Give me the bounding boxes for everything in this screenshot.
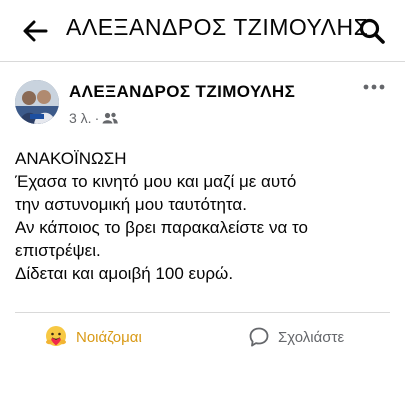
- post-header: ΑΛΕΞΑΝΔΡΟΣ ΤΖΙΜΟΥΛΗΣ 3 λ. ·: [0, 62, 405, 142]
- care-reaction-button[interactable]: Νοιάζομαι: [44, 322, 142, 352]
- avatar[interactable]: [15, 80, 59, 124]
- meta-separator: ·: [94, 110, 100, 126]
- reaction-label: Νοιάζομαι: [76, 328, 142, 346]
- post-line: Αν κάποιος το βρει παρακαλείστε να το: [15, 218, 308, 237]
- care-emoji-icon: [46, 326, 66, 346]
- post-meta: 3 λ. ·: [69, 110, 119, 126]
- post-line: ΑΝΑΚΟΪΝΩΣΗ: [15, 149, 127, 168]
- post-text: ΑΝΑΚΟΪΝΩΣΗ Έχασα το κινητό μου και μαζί …: [15, 147, 395, 285]
- comment-icon: [249, 327, 269, 347]
- comment-button[interactable]: Σχολιάστε: [248, 322, 344, 352]
- post-line: Έχασα το κινητό μου και μαζί με αυτό: [15, 172, 297, 191]
- page-title: ΑΛΕΞΑΝΔΡΟΣ ΤΖΙΜΟΥΛΗΣ: [66, 14, 369, 40]
- friends-icon: [102, 112, 119, 124]
- post-line: επιστρέψει.: [15, 241, 101, 260]
- search-icon[interactable]: [358, 17, 386, 45]
- author-name[interactable]: ΑΛΕΞΑΝΔΡΟΣ ΤΖΙΜΟΥΛΗΣ: [69, 82, 295, 102]
- post-line: την αστυνομική μου ταυτότητα.: [15, 195, 247, 214]
- divider: [15, 312, 390, 313]
- comment-label: Σχολιάστε: [278, 328, 345, 346]
- post-line: Δίδεται και αμοιβή 100 ευρώ.: [15, 264, 234, 283]
- top-bar: ΑΛΕΞΑΝΔΡΟΣ ΤΖΙΜΟΥΛΗΣ: [0, 0, 405, 62]
- post-time[interactable]: 3 λ.: [69, 110, 92, 126]
- back-arrow-icon[interactable]: [20, 16, 50, 46]
- more-dots-icon[interactable]: [362, 82, 386, 92]
